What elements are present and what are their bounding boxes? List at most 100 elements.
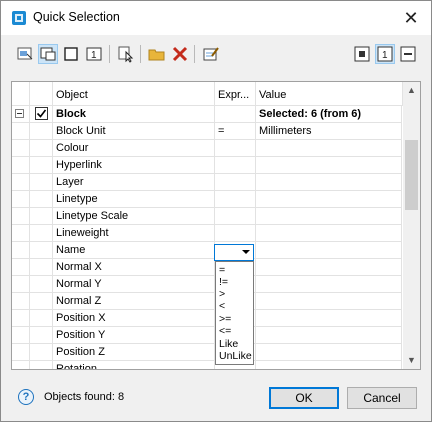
select-from-set-icon[interactable] — [38, 44, 58, 64]
vertical-scrollbar[interactable]: ▲ ▼ — [403, 82, 420, 369]
operator-option[interactable]: >= — [219, 313, 231, 325]
tree-line-cell — [12, 293, 30, 310]
check-cell — [30, 225, 53, 242]
quick-selection-dialog: Quick Selection ✕ 1 1 Object Expr... Val… — [0, 0, 432, 422]
value-cell[interactable] — [256, 276, 402, 293]
operator-option[interactable]: = — [219, 264, 225, 276]
scroll-down-icon[interactable]: ▼ — [403, 352, 420, 369]
value-cell[interactable] — [256, 293, 402, 310]
table-row[interactable]: Normal X — [12, 259, 402, 276]
ok-button[interactable]: OK — [269, 387, 339, 409]
delete-icon[interactable] — [170, 44, 190, 64]
scroll-up-icon[interactable]: ▲ — [403, 82, 420, 99]
collapse-icon[interactable] — [15, 109, 24, 118]
tree-line-cell — [12, 157, 30, 174]
value-cell[interactable] — [256, 361, 402, 369]
table-row[interactable]: Position Z — [12, 344, 402, 361]
value-cell[interactable]: Millimeters — [256, 123, 402, 140]
select-objects-icon[interactable] — [15, 44, 35, 64]
help-icon[interactable]: ? — [18, 389, 34, 405]
table-row[interactable]: Linetype Scale — [12, 208, 402, 225]
close-icon[interactable]: ✕ — [399, 6, 423, 30]
expression-cell[interactable] — [215, 157, 256, 174]
property-name: Normal X — [53, 259, 215, 276]
expression-cell[interactable]: = — [215, 123, 256, 140]
check-cell — [30, 242, 53, 259]
svg-text:1: 1 — [382, 50, 388, 61]
table-row[interactable]: Colour — [12, 140, 402, 157]
value-cell[interactable] — [256, 174, 402, 191]
table-row[interactable]: Position X — [12, 310, 402, 327]
operator-option[interactable]: < — [219, 300, 225, 312]
group-value: Selected: 6 (from 6) — [256, 106, 402, 123]
table-row[interactable]: Normal Y — [12, 276, 402, 293]
svg-text:1: 1 — [91, 50, 97, 61]
check-cell — [30, 140, 53, 157]
operator-option[interactable]: != — [219, 276, 228, 288]
scroll-thumb[interactable] — [405, 140, 418, 210]
value-cell[interactable] — [256, 310, 402, 327]
value-cell[interactable] — [256, 242, 402, 259]
value-cell[interactable] — [256, 157, 402, 174]
operator-dropdown-list: = != > < >= <= Like UnLike — [215, 261, 254, 365]
single-object-icon[interactable]: 1 — [84, 44, 104, 64]
new-selection-icon[interactable] — [61, 44, 81, 64]
value-cell[interactable] — [256, 327, 402, 344]
edit-properties-icon[interactable] — [201, 44, 221, 64]
pick-object-icon[interactable] — [116, 44, 136, 64]
check-cell — [30, 157, 53, 174]
open-filter-icon[interactable] — [147, 44, 167, 64]
check-cell — [30, 208, 53, 225]
expression-cell[interactable] — [215, 140, 256, 157]
table-row[interactable]: Linetype — [12, 191, 402, 208]
expression-cell[interactable] — [215, 208, 256, 225]
header-object[interactable]: Object — [53, 82, 215, 106]
value-cell[interactable] — [256, 225, 402, 242]
table-row[interactable]: Normal Z — [12, 293, 402, 310]
tree-line-cell — [12, 361, 30, 369]
tree-line-cell — [12, 327, 30, 344]
check-cell — [30, 327, 53, 344]
table-row[interactable]: Block Unit = Millimeters — [12, 123, 402, 140]
tree-line-cell — [12, 123, 30, 140]
table-row[interactable]: Position Y — [12, 327, 402, 344]
toolbar-separator — [140, 45, 141, 63]
checkbox-checked-icon[interactable] — [35, 107, 48, 120]
operator-option[interactable]: UnLike — [219, 350, 252, 362]
table-row[interactable]: Hyperlink — [12, 157, 402, 174]
include-icon[interactable] — [352, 44, 372, 64]
property-name: Block Unit — [53, 123, 215, 140]
header-value[interactable]: Value — [256, 82, 403, 106]
operator-option[interactable]: <= — [219, 325, 231, 337]
exclude-icon[interactable] — [398, 44, 418, 64]
expression-cell[interactable] — [215, 191, 256, 208]
chevron-down-icon[interactable] — [242, 250, 250, 254]
tree-line-cell — [12, 140, 30, 157]
table-row[interactable]: Rotation — [12, 361, 402, 369]
value-cell[interactable] — [256, 344, 402, 361]
tree-line-cell — [12, 344, 30, 361]
check-cell — [30, 259, 53, 276]
table-row[interactable]: Name — [12, 242, 402, 259]
group-row-block[interactable]: Block Selected: 6 (from 6) — [12, 106, 402, 123]
check-cell — [30, 276, 53, 293]
value-cell[interactable] — [256, 208, 402, 225]
property-name: Layer — [53, 174, 215, 191]
property-name: Lineweight — [53, 225, 215, 242]
table-row[interactable]: Layer — [12, 174, 402, 191]
header-expression[interactable]: Expr... — [215, 82, 256, 106]
table-row[interactable]: Lineweight — [12, 225, 402, 242]
operator-option[interactable]: > — [219, 288, 225, 300]
cancel-button[interactable]: Cancel — [347, 387, 417, 409]
single-mode-icon[interactable]: 1 — [375, 44, 395, 64]
value-cell[interactable] — [256, 140, 402, 157]
operator-combo[interactable] — [214, 244, 254, 261]
value-cell[interactable] — [256, 259, 402, 276]
expression-cell[interactable] — [215, 225, 256, 242]
operator-option[interactable]: Like — [219, 338, 238, 350]
expression-cell[interactable] — [215, 174, 256, 191]
check-cell — [30, 293, 53, 310]
tree-line-cell — [12, 174, 30, 191]
value-cell[interactable] — [256, 191, 402, 208]
property-name: Hyperlink — [53, 157, 215, 174]
